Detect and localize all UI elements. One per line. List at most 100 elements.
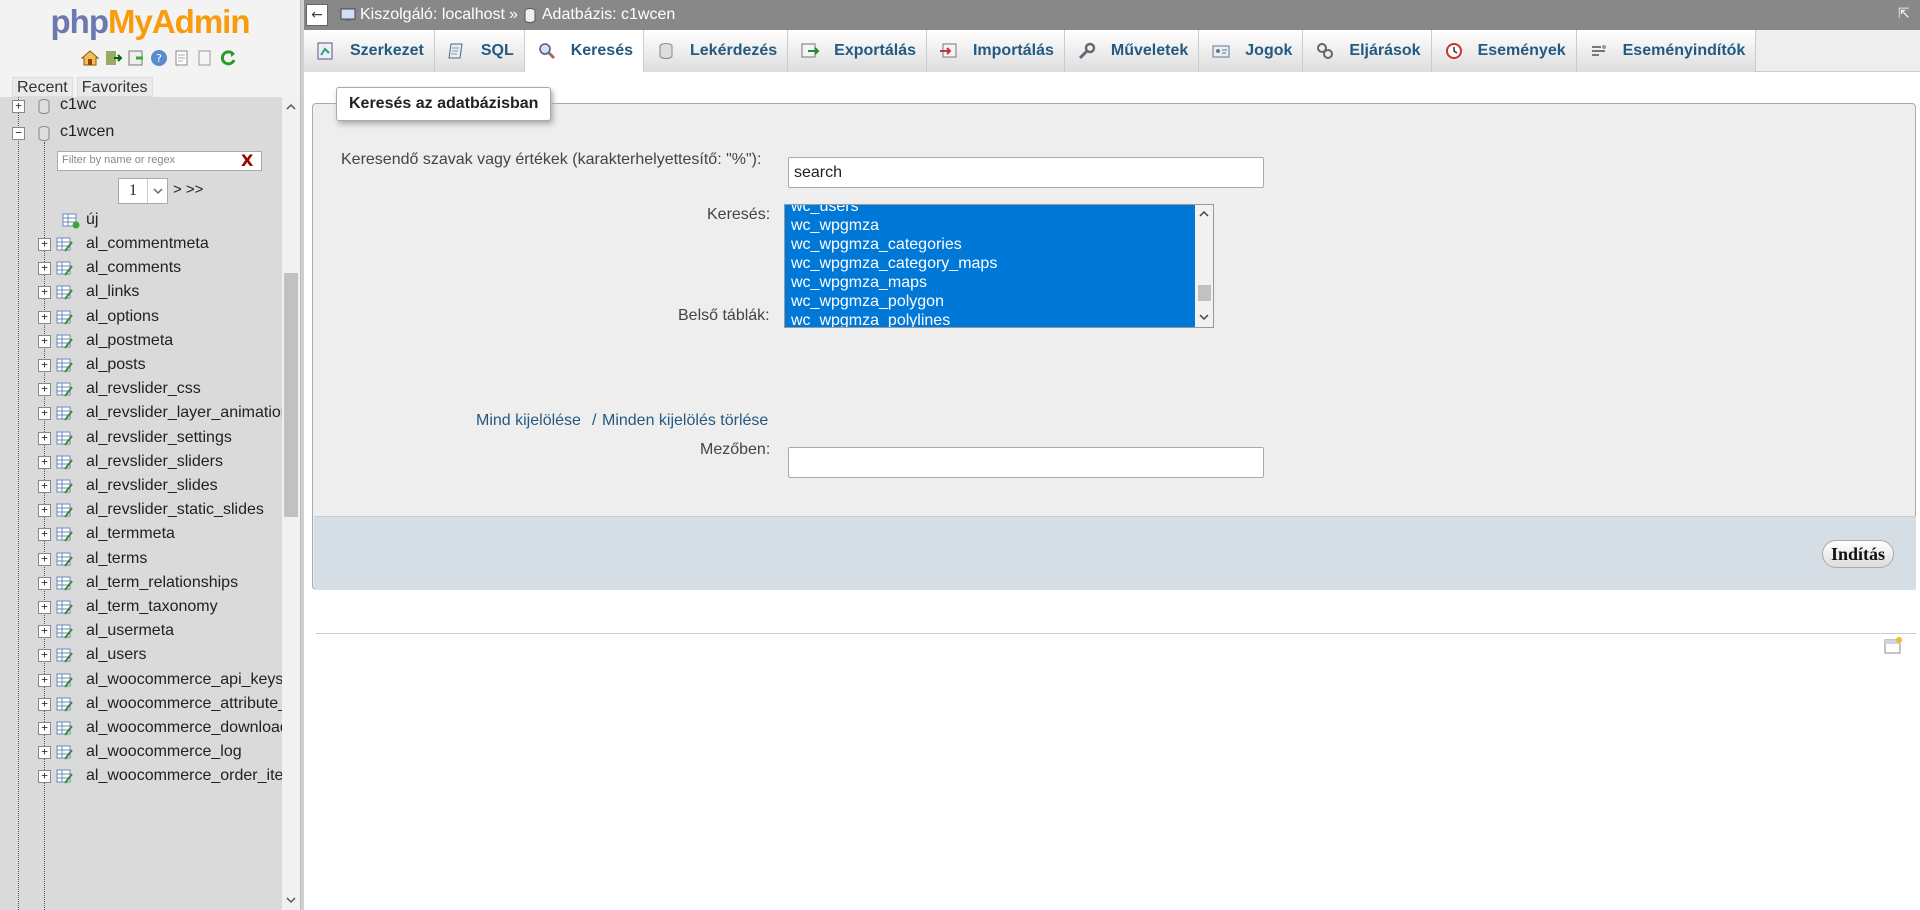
tree-table-item[interactable]: + al_users [0, 644, 282, 668]
logout-icon[interactable] [103, 48, 123, 68]
tab-structure[interactable]: Szerkezet [304, 30, 435, 72]
documentation-icon[interactable] [172, 48, 192, 68]
table-option[interactable]: wc_wpgmza_categories [785, 235, 1195, 254]
expand-icon[interactable]: + [38, 334, 51, 348]
tree-table-item[interactable]: + al_comments [0, 257, 282, 281]
tree-table-item[interactable]: + al_termmeta [0, 523, 282, 547]
tree-table-item[interactable]: + al_woocommerce_log [0, 741, 282, 765]
tab-import[interactable]: Importálás [926, 30, 1065, 72]
tab-routines[interactable]: Eljárások [1303, 30, 1432, 72]
scroll-down-icon[interactable] [285, 894, 297, 906]
page-select[interactable]: 1 [118, 178, 168, 204]
collapse-nav-button[interactable]: ← [306, 4, 328, 26]
expand-icon[interactable]: + [38, 238, 51, 251]
recent-tab[interactable]: Recent [12, 77, 73, 97]
expand-icon[interactable]: + [38, 722, 51, 735]
tree-table-item[interactable]: + al_woocommerce_order_items [0, 765, 282, 789]
table-filter-input[interactable]: Filter by name or regex [57, 151, 262, 171]
sidebar-scrollbar[interactable] [282, 97, 300, 910]
tree-table-item[interactable]: + al_postmeta [0, 330, 282, 354]
tree-table-item[interactable]: + al_terms [0, 548, 282, 572]
tree-table-item[interactable]: + al_usermeta [0, 620, 282, 644]
tree-table-item[interactable]: + al_term_relationships [0, 572, 282, 596]
home-icon[interactable] [80, 48, 100, 68]
expand-icon[interactable]: + [38, 504, 51, 518]
tree-db-c1wcen[interactable]: − c1wcen [0, 122, 282, 146]
tab-export[interactable]: Exportálás [788, 30, 927, 72]
table-option[interactable]: wc_wpgmza_polylines [785, 311, 1195, 327]
listbox-scrollbar[interactable] [1195, 205, 1213, 327]
collapse-icon[interactable]: − [12, 127, 25, 140]
query-window-icon[interactable] [126, 48, 146, 68]
scrollbar-thumb[interactable] [284, 273, 298, 517]
tree-table-item[interactable]: + al_revslider_sliders [0, 451, 282, 475]
expand-icon[interactable]: + [38, 480, 51, 493]
expand-icon[interactable]: + [38, 770, 51, 784]
tree-table-item[interactable]: + al_commentmeta [0, 233, 282, 257]
help-docs-icon[interactable]: ? [149, 48, 169, 68]
tab-sql[interactable]: SQL [434, 30, 525, 72]
expand-icon[interactable]: + [38, 746, 51, 760]
tree-table-item[interactable]: + al_woocommerce_downloadable_product_per… [0, 717, 282, 741]
scrollbar-thumb[interactable] [1198, 285, 1211, 301]
expand-icon[interactable]: + [38, 359, 51, 372]
tab-triggers[interactable]: Eseményindítók [1576, 30, 1757, 72]
phpmyadmin-logo[interactable]: phpMyAdmin [0, 2, 300, 42]
tree-table-item[interactable]: + al_posts [0, 354, 282, 378]
expand-icon[interactable]: + [38, 262, 51, 276]
expand-icon[interactable]: + [38, 649, 51, 663]
tree-new-table[interactable]: új [0, 209, 282, 233]
tree-table-item[interactable]: + al_links [0, 281, 282, 305]
expand-icon[interactable]: + [38, 576, 51, 590]
expand-icon[interactable]: + [38, 431, 51, 445]
table-option[interactable]: wc_wpgmza_category_maps [785, 254, 1195, 273]
tree-table-item[interactable]: + al_term_taxonomy [0, 596, 282, 620]
tree-table-item[interactable]: + al_woocommerce_api_keys [0, 669, 282, 693]
tab-events[interactable]: Események [1431, 30, 1577, 72]
tab-wrench[interactable]: Műveletek [1064, 30, 1200, 72]
next-page-link[interactable]: > >> [173, 181, 203, 198]
tab-search[interactable]: Keresés [524, 30, 644, 72]
expand-icon[interactable]: + [38, 697, 51, 711]
tree-table-item[interactable]: + al_revslider_settings [0, 427, 282, 451]
expand-icon[interactable]: + [38, 286, 51, 300]
expand-icon[interactable]: + [38, 673, 51, 687]
expand-icon[interactable]: + [38, 310, 51, 324]
scroll-down-icon[interactable] [1198, 311, 1210, 323]
expand-icon[interactable]: + [38, 552, 51, 566]
settings-icon[interactable] [195, 48, 215, 68]
field-input[interactable] [788, 447, 1264, 478]
favorites-tab[interactable]: Favorites [76, 77, 153, 97]
deselect-all-link[interactable]: Minden kijelölés törlése [602, 412, 768, 430]
table-option[interactable]: wc_wpgmza_maps [785, 273, 1195, 292]
tree-table-item[interactable]: + al_revslider_slides [0, 475, 282, 499]
clear-filter-icon[interactable]: X [241, 151, 253, 171]
submit-search-button[interactable]: Indítás [1821, 540, 1894, 568]
scroll-up-icon[interactable] [285, 101, 297, 113]
expand-icon[interactable]: + [38, 407, 51, 421]
table-option[interactable]: wc_users [785, 205, 1195, 216]
table-option[interactable]: wc_wpgmza_polygon [785, 292, 1195, 311]
collapse-top-icon[interactable]: ⇱ [1898, 6, 1914, 22]
breadcrumb-database[interactable]: Adatbázis: c1wcen [542, 6, 675, 24]
tab-query[interactable]: Lekérdezés [644, 30, 789, 72]
table-option[interactable]: wc_wpgmza [785, 216, 1195, 235]
tree-db-c1wc[interactable]: + c1wc [0, 97, 282, 119]
tree-table-item[interactable]: + al_revslider_static_slides [0, 499, 282, 523]
tree-table-item[interactable]: + al_revslider_layer_animations [0, 402, 282, 426]
scroll-up-icon[interactable] [1198, 208, 1210, 220]
console-icon[interactable] [1884, 637, 1902, 655]
search-words-input[interactable] [788, 157, 1264, 188]
tab-privileges[interactable]: Jogok [1199, 30, 1304, 72]
breadcrumb-server[interactable]: Kiszolgáló: localhost [360, 6, 505, 24]
select-all-link[interactable]: Mind kijelölése [476, 412, 581, 430]
expand-icon[interactable]: + [12, 100, 25, 113]
expand-icon[interactable]: + [38, 601, 51, 614]
tables-listbox[interactable]: wc_users wc_wpgmza wc_wpgmza_categories wc_… [784, 204, 1214, 328]
expand-icon[interactable]: + [38, 625, 51, 639]
expand-icon[interactable]: + [38, 528, 51, 542]
expand-icon[interactable]: + [38, 455, 51, 469]
expand-icon[interactable]: + [38, 383, 51, 397]
tree-table-item[interactable]: + al_revslider_css [0, 378, 282, 402]
tree-table-item[interactable]: + al_woocommerce_attribute_taxonomies [0, 693, 282, 717]
